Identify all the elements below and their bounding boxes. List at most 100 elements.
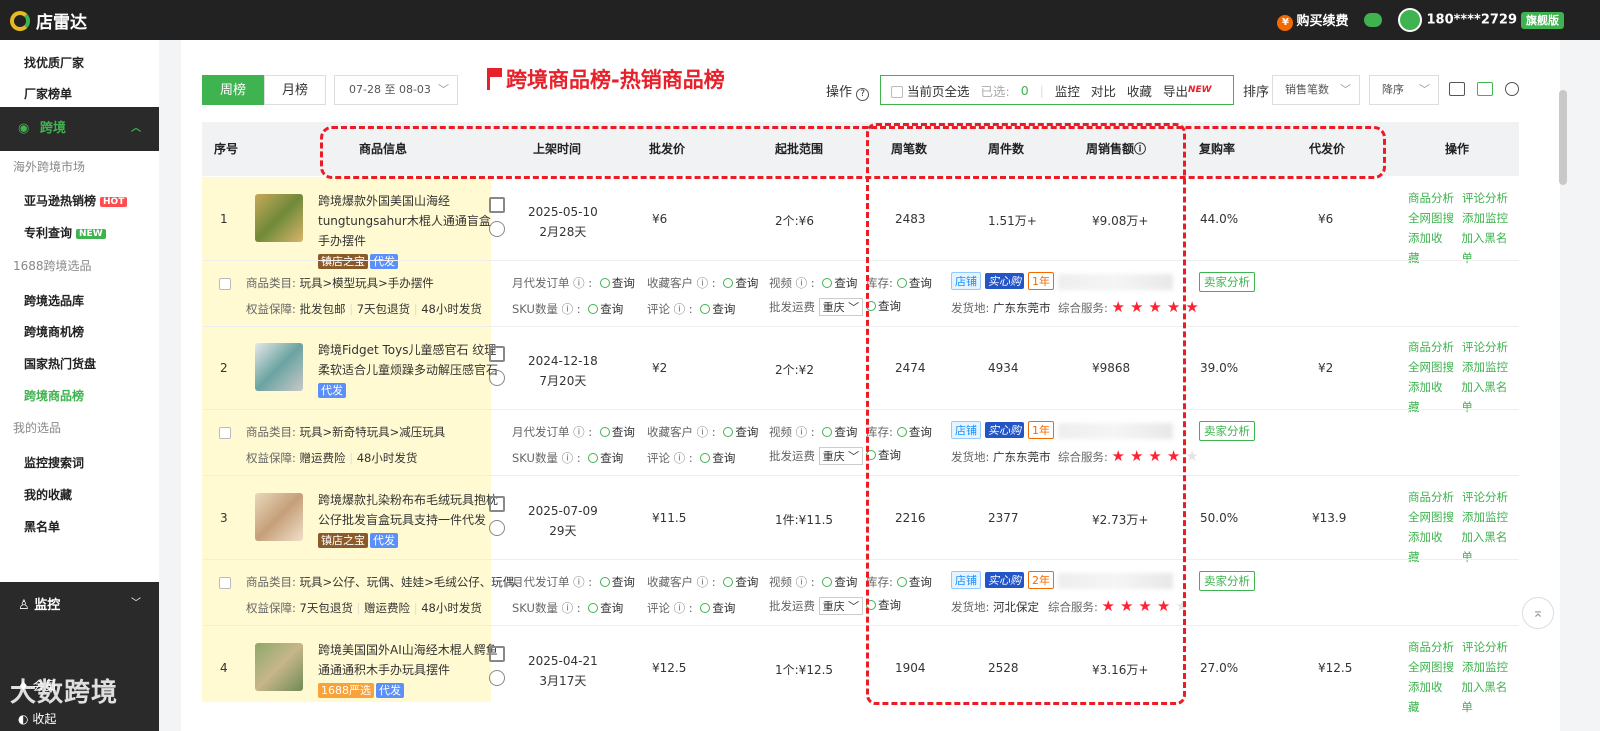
- image-search-link[interactable]: 全网图搜: [1408, 657, 1454, 677]
- product-title[interactable]: 跨境美国国外AI山海经木棍人鳄鱼通通通积木手办玩具摆件 1688严选 代发: [318, 640, 498, 700]
- province-select[interactable]: 重庆 ﹀: [818, 447, 864, 465]
- select-all-checkbox[interactable]: 当前页全选: [891, 81, 970, 100]
- add-favorite-link[interactable]: 添加收藏: [1408, 677, 1453, 717]
- product-thumbnail[interactable]: [255, 643, 303, 691]
- sidebar-item-country-hot[interactable]: 国家热门货盘: [0, 348, 159, 380]
- product-thumbnail[interactable]: [255, 194, 303, 242]
- province-select[interactable]: 重庆 ﹀: [818, 597, 864, 615]
- monthly-orders-query[interactable]: 月代发订单 ⓘ : 查询: [512, 424, 635, 440]
- sidebar-item-patent[interactable]: 专利查询 NEW: [0, 217, 159, 249]
- product-thumbnail[interactable]: [255, 343, 303, 391]
- product-analysis-link[interactable]: 商品分析: [1408, 188, 1454, 208]
- download-icon[interactable]: [489, 221, 505, 237]
- buy-renew-button[interactable]: ¥ 购买续费: [1277, 10, 1348, 31]
- product-analysis-link[interactable]: 商品分析: [1408, 337, 1454, 357]
- sidebar-item-amazon[interactable]: 亚马逊热销榜 HOT: [0, 185, 159, 217]
- shipping-cost[interactable]: 批发运费 重庆 ﹀: [769, 447, 864, 465]
- row-checkbox[interactable]: [219, 427, 231, 439]
- video-query[interactable]: 视频 ⓘ : 查询: [769, 574, 857, 590]
- image-search-link[interactable]: 全网图搜: [1408, 357, 1454, 377]
- monitor-button[interactable]: 监控: [1055, 81, 1080, 100]
- scrollbar[interactable]: [1559, 90, 1567, 185]
- sidebar-item-my-favorites[interactable]: 我的收藏: [0, 479, 159, 511]
- sku-count-query[interactable]: SKU数量 ⓘ : 查询: [512, 450, 623, 466]
- product-title[interactable]: 跨境爆款扎染粉布布毛绒玩具抱枕公仔批发盲盒玩具支持一件代发 镇店之宝 代发: [318, 490, 498, 550]
- sidebar-item-selection-lib[interactable]: 跨境选品库: [0, 285, 159, 317]
- shipping-cost[interactable]: 批发运费 重庆 ﹀: [769, 597, 864, 615]
- list-view-icon[interactable]: [1477, 82, 1493, 96]
- image-view-icon[interactable]: [1449, 82, 1465, 96]
- sort-order-select[interactable]: 降序 ﹀: [1369, 75, 1439, 105]
- add-blacklist-link[interactable]: 加入黑名单: [1461, 377, 1518, 417]
- sidebar-item-opportunity[interactable]: 跨境商机榜: [0, 316, 159, 348]
- monthly-orders-query[interactable]: 月代发订单 ⓘ : 查询: [512, 574, 635, 590]
- review-analysis-link[interactable]: 评论分析: [1462, 188, 1508, 208]
- sidebar-item-factory-ranking[interactable]: 厂家榜单: [0, 78, 159, 110]
- compare-button[interactable]: 对比: [1091, 81, 1116, 100]
- app-logo[interactable]: 店雷达: [10, 8, 87, 33]
- province-select[interactable]: 重庆 ﹀: [818, 298, 864, 316]
- sidebar-section-monitor[interactable]: ♙ 监控: [18, 594, 60, 613]
- qr-code-icon[interactable]: [489, 346, 505, 362]
- sort-field-select[interactable]: 销售笔数 ﹀: [1272, 75, 1360, 105]
- add-blacklist-link[interactable]: 加入黑名单: [1461, 677, 1518, 717]
- video-query[interactable]: 视频 ⓘ : 查询: [769, 424, 857, 440]
- add-blacklist-link[interactable]: 加入黑名单: [1461, 527, 1518, 567]
- review-analysis-link[interactable]: 评论分析: [1462, 487, 1508, 507]
- product-title[interactable]: 跨境爆款外国美国山海经tungtungsahur木棍人通通盲盒手办摆件 镇店之宝代…: [318, 191, 498, 271]
- add-favorite-link[interactable]: 添加收藏: [1408, 527, 1453, 567]
- fav-customers-query[interactable]: 收藏客户 ⓘ : 查询: [647, 574, 758, 590]
- add-favorite-link[interactable]: 添加收藏: [1408, 377, 1453, 417]
- sku-count-query[interactable]: SKU数量 ⓘ : 查询: [512, 600, 623, 616]
- sidebar-item-monitor-keywords[interactable]: 监控搜索词: [0, 447, 159, 479]
- seller-analysis-button[interactable]: 卖家分析: [1199, 571, 1255, 591]
- sidebar-item-blacklist[interactable]: 黑名单: [0, 511, 159, 543]
- sidebar-collapse[interactable]: ◐ 收起: [18, 710, 56, 727]
- video-query[interactable]: 视频 ⓘ : 查询: [769, 275, 857, 291]
- reviews-query[interactable]: 评论 ⓘ : 查询: [647, 450, 735, 466]
- download-icon[interactable]: [489, 520, 505, 536]
- product-thumbnail[interactable]: [255, 493, 303, 541]
- tab-week[interactable]: 周榜: [202, 75, 264, 105]
- help-icon[interactable]: ?: [856, 88, 870, 101]
- monthly-orders-query[interactable]: 月代发订单 ⓘ : 查询: [512, 275, 635, 291]
- date-range-select[interactable]: 07-28 至 08-03 ﹀: [334, 75, 458, 105]
- sidebar-item-product-ranking[interactable]: 跨境商品榜: [0, 380, 159, 412]
- sidebar-item-quality-factory[interactable]: 找优质厂家: [0, 47, 159, 79]
- shipping-cost[interactable]: 批发运费 重庆 ﹀: [769, 298, 864, 316]
- download-icon[interactable]: [489, 370, 505, 386]
- image-search-link[interactable]: 全网图搜: [1408, 208, 1454, 228]
- add-monitor-link[interactable]: 添加监控: [1462, 357, 1508, 377]
- download-cloud-icon[interactable]: [1364, 13, 1383, 27]
- add-monitor-link[interactable]: 添加监控: [1462, 208, 1508, 228]
- product-analysis-link[interactable]: 商品分析: [1408, 637, 1454, 657]
- review-analysis-link[interactable]: 评论分析: [1462, 337, 1508, 357]
- product-title[interactable]: 跨境Fidget Toys儿童感官石 纹理柔软适合儿童烦躁多动解压感官石 代发: [318, 340, 498, 400]
- favorite-button[interactable]: 收藏: [1127, 81, 1152, 100]
- add-favorite-link[interactable]: 添加收藏: [1408, 228, 1453, 268]
- tab-month[interactable]: 月榜: [264, 75, 326, 105]
- qr-code-icon[interactable]: [489, 197, 505, 213]
- add-monitor-link[interactable]: 添加监控: [1462, 507, 1508, 527]
- seller-analysis-button[interactable]: 卖家分析: [1199, 272, 1255, 292]
- seller-analysis-button[interactable]: 卖家分析: [1199, 421, 1255, 441]
- settings-icon[interactable]: [1505, 82, 1519, 96]
- add-monitor-link[interactable]: 添加监控: [1462, 657, 1508, 677]
- export-button[interactable]: 导出NEW: [1163, 81, 1212, 100]
- row-checkbox[interactable]: [219, 577, 231, 589]
- sidebar-section-cross-border[interactable]: ◉ 跨境 ︿: [0, 107, 159, 151]
- image-search-link[interactable]: 全网图搜: [1408, 507, 1454, 527]
- fav-customers-query[interactable]: 收藏客户 ⓘ : 查询: [647, 424, 758, 440]
- sku-count-query[interactable]: SKU数量 ⓘ : 查询: [512, 301, 623, 317]
- qr-code-icon[interactable]: [489, 646, 505, 662]
- qr-code-icon[interactable]: [489, 496, 505, 512]
- reviews-query[interactable]: 评论 ⓘ : 查询: [647, 301, 735, 317]
- review-analysis-link[interactable]: 评论分析: [1462, 637, 1508, 657]
- fav-customers-query[interactable]: 收藏客户 ⓘ : 查询: [647, 275, 758, 291]
- product-analysis-link[interactable]: 商品分析: [1408, 487, 1454, 507]
- user-account[interactable]: 180****2729 旗舰版: [1398, 8, 1564, 32]
- download-icon[interactable]: [489, 670, 505, 686]
- reviews-query[interactable]: 评论 ⓘ : 查询: [647, 600, 735, 616]
- back-to-top-button[interactable]: ⌅: [1522, 597, 1554, 629]
- row-checkbox[interactable]: [219, 278, 231, 290]
